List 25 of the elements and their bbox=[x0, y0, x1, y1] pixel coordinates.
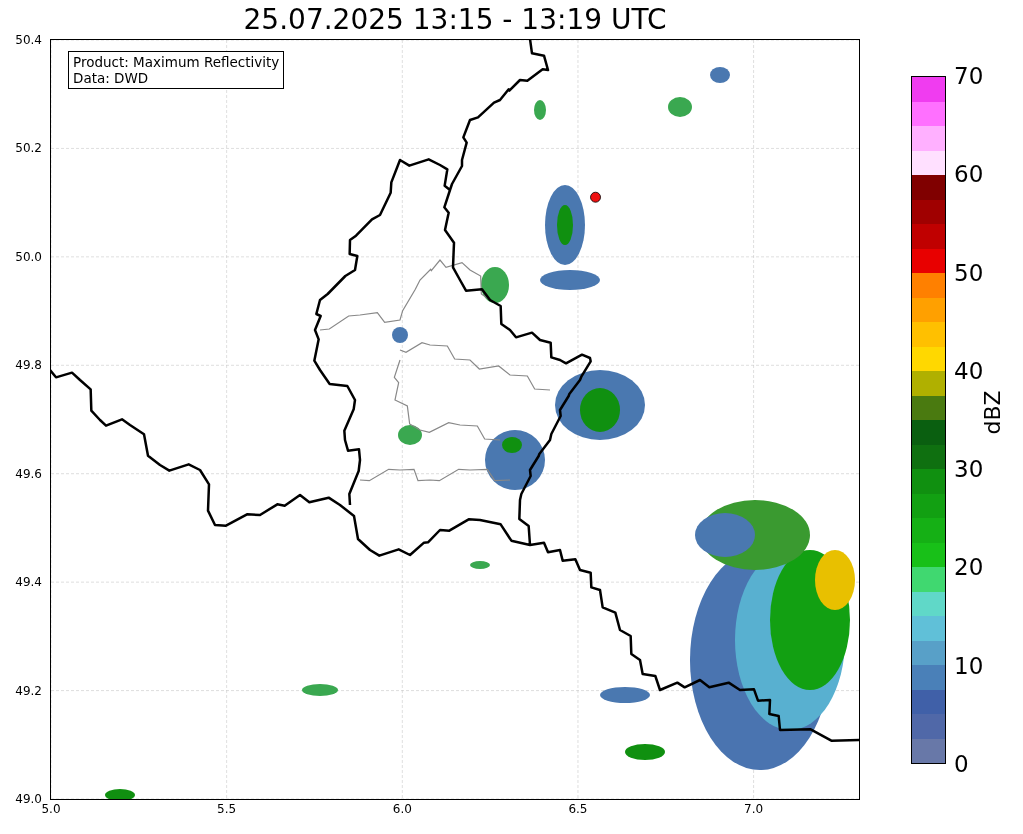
colorbar-tick-label: 70 bbox=[954, 63, 984, 89]
x-tick-label: 7.0 bbox=[744, 802, 764, 816]
chart-title: 25.07.2025 13:15 - 13:19 UTC bbox=[243, 2, 667, 38]
y-tick-label: 49.6 bbox=[15, 466, 42, 481]
colorbar-tick-label: 60 bbox=[954, 161, 984, 188]
y-tick-label: 49.8 bbox=[15, 358, 42, 373]
colorbar-tick-label: 10 bbox=[954, 652, 984, 679]
colorbar-tick-label: 50 bbox=[954, 259, 984, 286]
y-tick-label: 49.0 bbox=[15, 792, 42, 806]
x-tick-label: 5.5 bbox=[217, 802, 237, 816]
y-tick-label: 49.2 bbox=[15, 683, 42, 698]
y-tick-label: 50.2 bbox=[15, 141, 42, 156]
y-tick-label: 50.0 bbox=[15, 249, 42, 264]
colorbar-label: dBZ bbox=[980, 390, 1006, 435]
colorbar-tick-label: 0 bbox=[954, 751, 969, 777]
y-tick-label: 50.4 bbox=[15, 33, 42, 47]
colorbar-tick-label: 20 bbox=[954, 554, 984, 581]
x-tick-label: 6.0 bbox=[392, 802, 412, 816]
colorbar-tick-label: 30 bbox=[954, 456, 984, 483]
info-text: Data: DWD bbox=[73, 70, 150, 86]
colorbar-tick-label: 40 bbox=[954, 357, 984, 384]
info-text: Product: Maximum Reflectivity bbox=[73, 54, 280, 70]
x-tick-label: 6.5 bbox=[568, 802, 588, 816]
y-tick-label: 49.4 bbox=[15, 575, 42, 590]
x-tick-label: 5.0 bbox=[41, 802, 61, 816]
